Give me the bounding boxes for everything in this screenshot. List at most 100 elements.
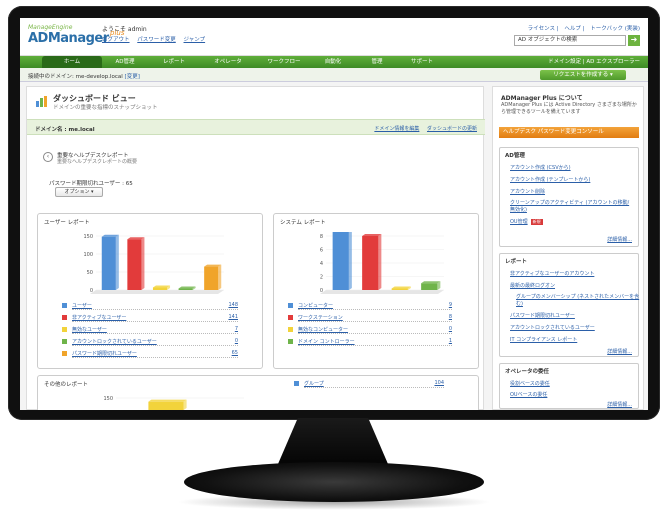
legend-label[interactable]: 非アクティブなユーザー (72, 314, 126, 321)
tab-operators[interactable]: オペレータ (204, 56, 252, 68)
legend-label[interactable]: グループ (304, 380, 324, 387)
bar (178, 288, 193, 290)
legend-label[interactable]: ワークステーション (298, 314, 343, 321)
refresh-dashboard-link[interactable]: ダッシュボードの更新 (427, 126, 477, 132)
ad-more-link[interactable]: 詳細情報... (607, 236, 632, 243)
nav-domain-settings[interactable]: ドメイン設定 | AD エクスプローラー (548, 56, 640, 68)
reports-more-link[interactable]: 詳細情報... (607, 348, 632, 355)
legend-label[interactable]: 無効なユーザー (72, 326, 107, 333)
user-legend-row[interactable]: アカウントロックされているユーザー 0 (62, 338, 238, 346)
link-create-from-csv[interactable]: アカウント作成 (CSVから) (510, 164, 571, 171)
tab-admin[interactable]: 管理 (360, 56, 394, 68)
header-links: ライセンス | ヘルプ | トークバック (実装) (527, 26, 640, 32)
user-legend-row[interactable]: パスワード期限切れユーザー 65 (62, 350, 238, 358)
ad-search-input[interactable]: AD オブジェクトの検索 (514, 35, 626, 46)
bar (421, 283, 438, 290)
tab-automation[interactable]: 自動化 (314, 56, 352, 68)
system-legend-row[interactable]: 無効なコンピューター 0 (288, 326, 452, 334)
user-report-panel: ユーザー レポート 150 100 50 0 ユーザー 148 非アクティブなユーザー 14… (37, 213, 263, 369)
link-group-membership[interactable]: グループのメンバーシップ (ネストされたメンバーを含む) (516, 294, 640, 308)
bar-top (101, 234, 119, 237)
ou-management-label: OU管理 (510, 219, 528, 225)
search-go-icon[interactable]: ➜ (628, 35, 640, 46)
legend-swatch (62, 315, 67, 320)
system-legend-row[interactable]: ワークステーション 8 (288, 314, 452, 322)
link-role-delegation[interactable]: 役割ベースの委任 (510, 380, 550, 387)
y-tick-label: 4 (320, 261, 323, 267)
legend-label[interactable]: ドメイン コントローラー (298, 338, 355, 345)
jump-link[interactable]: ジャンプ (184, 37, 206, 43)
help-link[interactable]: ヘルプ (564, 26, 581, 32)
monitor-bezel: ManageEngine ADManager plus ようこそ admin ロ… (8, 6, 660, 420)
chart-floor (320, 290, 444, 294)
link-recent-logon[interactable]: 最新の最終ログオン (510, 282, 555, 289)
link-locked-users[interactable]: アカウントロックされているユーザー (510, 324, 595, 331)
legend-swatch (62, 339, 67, 344)
top-links: ログアウト パスワード変更 ジャンプ (102, 35, 211, 43)
legend-divider (72, 321, 238, 322)
link-create-from-template[interactable]: アカウント作成 (テンプレートから) (510, 176, 590, 183)
bar (101, 236, 116, 290)
legend-label[interactable]: ユーザー (72, 302, 92, 309)
bar-side (218, 264, 222, 290)
bar-side (141, 237, 145, 290)
change-domain-link[interactable]: [変更] (125, 74, 140, 80)
monitor-neck (278, 418, 388, 464)
talkback-link[interactable]: トークバック (実装) (590, 26, 640, 32)
link-cleanup-activity[interactable]: クリーンアップのアクティビティ (アカウントの移動/無効化) (510, 200, 634, 214)
legend-value[interactable]: 0 (449, 326, 452, 332)
tab-ad-management[interactable]: AD管理 (106, 56, 144, 68)
operator-more-link[interactable]: 詳細情報... (607, 401, 632, 408)
other-legend-row[interactable]: グループ 104 (294, 380, 444, 388)
tab-support[interactable]: サポート (400, 56, 444, 68)
legend-label[interactable]: パスワード期限切れユーザー (72, 350, 137, 357)
link-it-compliance[interactable]: IT コンプライアンス レポート (510, 336, 577, 343)
tab-home[interactable]: ホーム (42, 56, 102, 68)
system-legend-row[interactable]: ドメイン コントローラー 1 (288, 338, 452, 346)
bar (152, 287, 168, 290)
link-inactive-users[interactable]: 非アクティブなユーザーのアカウント (510, 270, 594, 277)
link-ou-management[interactable]: OU管理 新規 (510, 218, 543, 225)
link-delete-account[interactable]: アカウント削除 (510, 188, 545, 195)
bar-top (152, 285, 171, 288)
legend-divider (72, 345, 238, 346)
options-label: オプション (64, 189, 90, 195)
bar (362, 236, 379, 290)
license-link[interactable]: ライセンス (528, 26, 555, 32)
legend-swatch (62, 303, 67, 308)
link-password-expired[interactable]: パスワード期限切れユーザー (510, 312, 575, 319)
y-tick-label: 150 (103, 396, 113, 402)
legend-divider (72, 333, 238, 334)
edit-domain-link[interactable]: ドメイン情報を編集 (374, 126, 419, 132)
user-legend-row[interactable]: ユーザー 148 (62, 302, 238, 310)
legend-value[interactable]: 141 (228, 314, 238, 320)
legend-value[interactable]: 65 (232, 350, 238, 356)
change-password-link[interactable]: パスワード変更 (137, 37, 176, 43)
legend-label[interactable]: 無効なコンピューター (298, 326, 348, 333)
options-dropdown[interactable]: オプション ▾ (55, 187, 103, 197)
user-legend-row[interactable]: 無効なユーザー 7 (62, 326, 238, 334)
link-ou-delegation[interactable]: OUベースの委任 (510, 391, 547, 398)
tab-workflow[interactable]: ワークフロー (258, 56, 310, 68)
user-legend-row[interactable]: 非アクティブなユーザー 141 (62, 314, 238, 322)
create-request-button[interactable]: リクエストを作成する ▾ (540, 70, 626, 80)
legend-value[interactable]: 104 (434, 380, 444, 386)
legend-value[interactable]: 7 (235, 326, 238, 332)
y-tick-label: 100 (83, 252, 93, 258)
legend-value[interactable]: 1 (449, 338, 452, 344)
legend-value[interactable]: 0 (235, 338, 238, 344)
legend-label[interactable]: アカウントロックされているユーザー (72, 338, 157, 345)
system-legend-row[interactable]: コンピューター 9 (288, 302, 452, 310)
legend-value[interactable]: 9 (449, 302, 452, 308)
y-tick-label: 2 (320, 275, 323, 281)
logout-link[interactable]: ログアウト (102, 37, 130, 43)
logo-product[interactable]: ADManager (28, 31, 109, 46)
legend-label[interactable]: コンピューター (298, 302, 333, 309)
user-report-chart: 150 100 50 0 (83, 234, 224, 294)
about-sidebar: ADManager Plus について ADManager Plus には Ac… (492, 86, 644, 410)
legend-divider (304, 387, 444, 388)
tab-reports[interactable]: レポート (152, 56, 196, 68)
legend-value[interactable]: 148 (228, 302, 238, 308)
helpdesk-console-link[interactable]: ヘルプデスク パスワード変更コンソール (499, 127, 639, 138)
legend-value[interactable]: 8 (449, 314, 452, 320)
